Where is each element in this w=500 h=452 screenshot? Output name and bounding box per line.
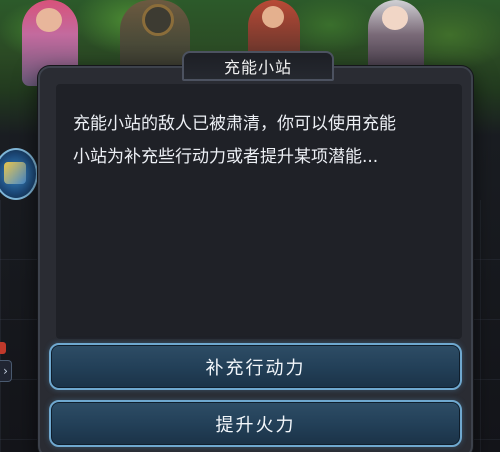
charge-station-emblem xyxy=(4,162,26,184)
dialog-title: 充能小站 xyxy=(182,51,334,81)
side-marker xyxy=(0,342,6,354)
dialog-message-line-1: 充能小站的敌人已被肃清，你可以使用充能 xyxy=(73,114,396,134)
dialog-message: 充能小站的敌人已被肃清，你可以使用充能 小站为补充些行动力或者提升某项潜能... xyxy=(56,84,462,339)
replenish-action-points-button[interactable]: 补充行动力 xyxy=(49,343,462,390)
dialog-message-line-2: 小站为补充些行动力或者提升某项潜能... xyxy=(73,147,379,167)
chevron-right-icon[interactable]: › xyxy=(0,360,12,382)
boost-firepower-button[interactable]: 提升火力 xyxy=(49,400,462,447)
